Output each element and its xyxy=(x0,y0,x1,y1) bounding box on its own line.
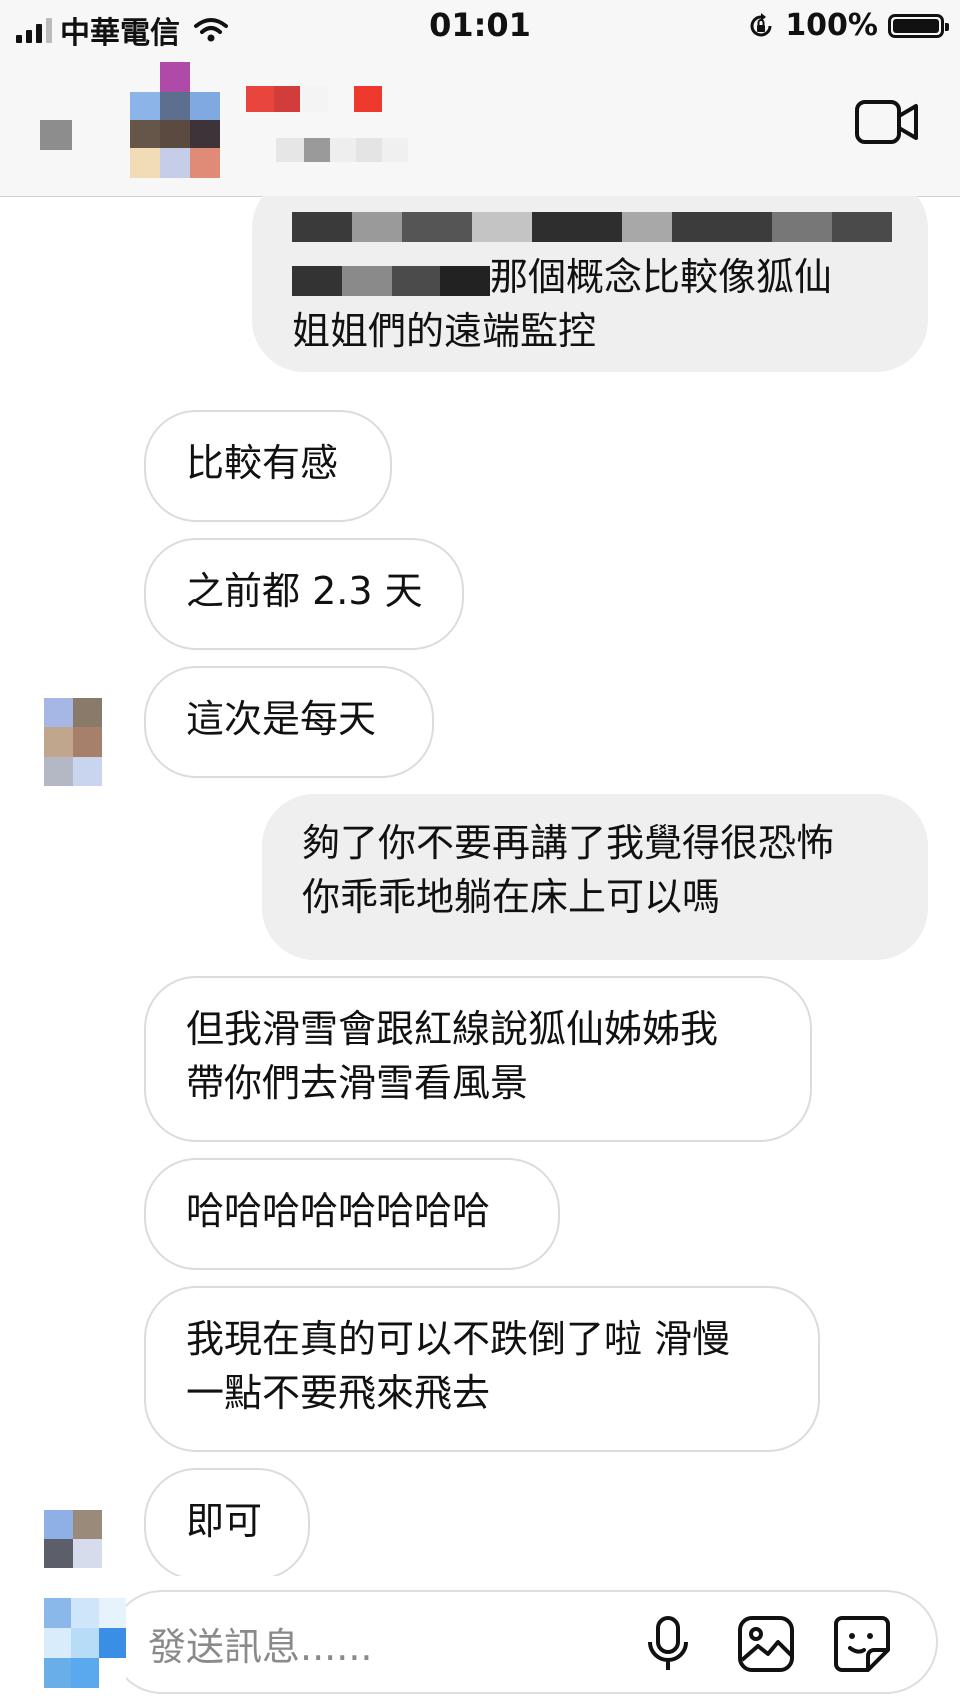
sticker-icon[interactable] xyxy=(830,1612,894,1676)
message-input-placeholder: 發送訊息...... xyxy=(148,1625,373,1669)
message-line: 這次是每天 xyxy=(186,697,377,741)
sender-avatar[interactable] xyxy=(44,698,102,786)
message-line: 哈哈哈哈哈哈哈哈 xyxy=(186,1189,491,1233)
battery-percent: 100% xyxy=(785,8,878,43)
status-bar: 中華電信 01:01 100% xyxy=(0,0,960,56)
message-line: 帶你們去滑雪看風景 xyxy=(186,1061,529,1105)
gallery-icon[interactable] xyxy=(734,1612,798,1676)
message-line: 你乖乖地躺在床上可以嗎 xyxy=(302,875,721,919)
message-line: 之前都 2.3 天 xyxy=(186,569,423,613)
redacted-text xyxy=(292,265,490,296)
message-bubble-incoming[interactable]: 但我滑雪會跟紅線說狐仙姊姊我 帶你們去滑雪看風景 xyxy=(144,976,812,1142)
message-bubble-outgoing[interactable]: 那個概念比較像狐仙 姐姐們的遠端監控 xyxy=(252,196,928,372)
back-chevron-icon[interactable] xyxy=(40,120,72,150)
contact-avatar[interactable] xyxy=(130,62,220,178)
message-line: 但我滑雪會跟紅線說狐仙姊姊我 xyxy=(186,1007,719,1051)
message-line: 即可 xyxy=(186,1499,263,1543)
message-line: 夠了你不要再講了我覺得很恐怖 xyxy=(302,821,835,865)
message-line: 姐姐們的遠端監控 xyxy=(292,309,597,353)
chat-header xyxy=(0,56,960,197)
message-input[interactable]: 發送訊息...... xyxy=(110,1590,938,1694)
microphone-icon[interactable] xyxy=(636,1612,700,1676)
my-camera-avatar[interactable] xyxy=(44,1598,126,1688)
composer: 發送訊息...... xyxy=(0,1576,960,1708)
message-line: 那個概念比較像狐仙 xyxy=(292,250,888,304)
message-line: 一點不要飛來飛去 xyxy=(186,1371,491,1415)
message-bubble-incoming[interactable]: 哈哈哈哈哈哈哈哈 xyxy=(144,1158,560,1270)
message-line-redacted xyxy=(292,196,892,250)
message-bubble-incoming[interactable]: 這次是每天 xyxy=(144,666,434,778)
contact-name[interactable] xyxy=(246,86,436,190)
battery-icon xyxy=(888,13,949,38)
message-bubble-outgoing[interactable]: 夠了你不要再講了我覺得很恐怖 你乖乖地躺在床上可以嗎 xyxy=(262,794,928,960)
message-list[interactable]: 那個概念比較像狐仙 姐姐們的遠端監控 比較有感 之前都 2.3 天 這次是每天 … xyxy=(0,196,960,1576)
message-bubble-incoming[interactable]: 我現在真的可以不跌倒了啦 滑慢 一點不要飛來飛去 xyxy=(144,1286,820,1452)
message-bubble-incoming[interactable]: 即可 xyxy=(144,1468,310,1576)
orientation-lock-icon xyxy=(750,12,772,36)
message-line: 我現在真的可以不跌倒了啦 滑慢 xyxy=(186,1317,731,1361)
message-bubble-incoming[interactable]: 比較有感 xyxy=(144,410,392,522)
sender-avatar[interactable] xyxy=(44,1510,102,1568)
redacted-text xyxy=(292,211,892,242)
message-bubble-incoming[interactable]: 之前都 2.3 天 xyxy=(144,538,464,650)
video-call-icon[interactable] xyxy=(854,98,920,146)
message-line: 比較有感 xyxy=(186,441,339,485)
